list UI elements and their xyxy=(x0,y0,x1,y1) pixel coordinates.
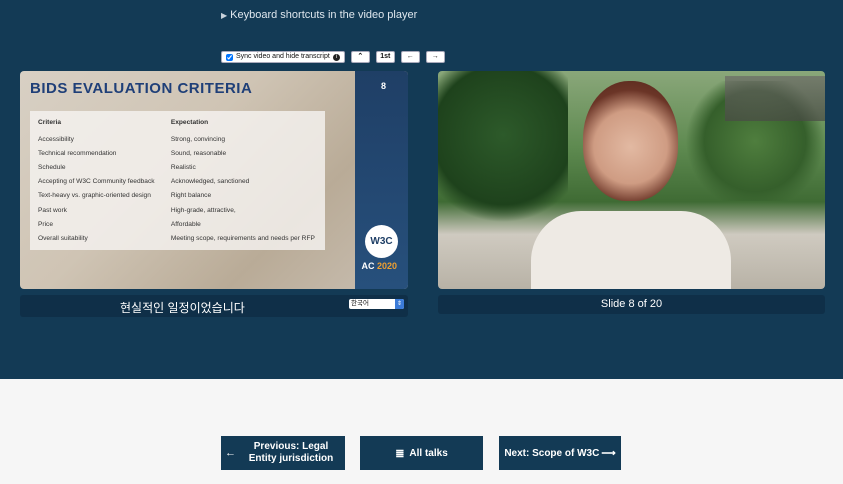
speaker-video[interactable] xyxy=(438,71,825,289)
next-talk-label: Next: Scope of W3C xyxy=(504,447,600,459)
table-cell: Sound, reasonable xyxy=(170,149,227,157)
table-cell: Price xyxy=(38,220,54,228)
table-cell: Strong, convincing xyxy=(170,135,226,143)
table-row: Text-heavy vs. graphic-oriented design Ri… xyxy=(30,189,325,203)
disclosure-triangle-icon: ▶ xyxy=(221,11,228,20)
language-select-value: 한국어 xyxy=(351,300,369,307)
table-row: Price Affordable xyxy=(30,217,325,231)
table-header-row: Criteria Expectation xyxy=(30,111,325,132)
slide-view: 8 BIDS EVALUATION CRITERIA Criteria Expe… xyxy=(20,71,408,289)
video-player-panel: ▶ Keyboard shortcuts in the video player … xyxy=(0,0,843,379)
previous-talk-button[interactable]: ← Previous: Legal Entity jurisdiction xyxy=(221,436,345,470)
table-cell: Technical recommendation xyxy=(38,149,117,157)
table-cell: Affordable xyxy=(170,220,201,228)
keyboard-shortcuts-toggle[interactable]: ▶ Keyboard shortcuts in the video player xyxy=(221,9,417,21)
temple-roof-background xyxy=(725,76,825,121)
caption-text: 현실적인 일정이었습니다 xyxy=(120,301,245,315)
all-talks-button[interactable]: ≣ All talks xyxy=(360,436,483,470)
collapse-button[interactable]: ⌃ xyxy=(350,51,370,63)
keyboard-shortcuts-label: Keyboard shortcuts in the video player xyxy=(230,9,418,21)
slide-counter: Slide 8 of 20 xyxy=(438,295,825,314)
column-header: Criteria xyxy=(38,119,62,126)
ac-prefix: AC xyxy=(361,261,377,271)
table-cell: Right balance xyxy=(170,192,212,200)
w3c-logo: W3C xyxy=(365,225,398,258)
table-row: Accepting of W3C Community feedback Ackno… xyxy=(30,175,325,189)
table-row: Past work High-grade, attractive, xyxy=(30,203,325,217)
table-row: Overall suitability Meeting scope, requir… xyxy=(30,231,325,250)
table-cell: Accessibility xyxy=(38,135,74,143)
ac-2020-label: AC 2020 xyxy=(361,261,397,271)
table-cell: Accepting of W3C Community feedback xyxy=(38,178,155,186)
first-slide-button[interactable]: 1st xyxy=(375,51,395,63)
previous-slide-button[interactable]: ← xyxy=(400,51,420,63)
table-cell: Meeting scope, requirements and needs pe… xyxy=(170,234,315,242)
table-cell: Past work xyxy=(38,206,67,214)
table-cell: Overall suitability xyxy=(38,234,88,242)
sync-video-label: Sync video and hide transcript xyxy=(236,53,330,60)
next-talk-button[interactable]: Next: Scope of W3C ⟶ xyxy=(499,436,621,470)
table-cell: Schedule xyxy=(38,163,66,171)
table-cell: High-grade, attractive, xyxy=(170,206,236,214)
sync-video-control[interactable]: Sync video and hide transcript i xyxy=(221,51,345,63)
language-select[interactable]: 한국어 ⇕ xyxy=(349,299,404,309)
table-row: Schedule Realistic xyxy=(30,160,325,174)
ac-year: 2020 xyxy=(376,261,397,271)
select-arrows-icon: ⇕ xyxy=(395,299,404,309)
next-slide-button[interactable]: → xyxy=(425,51,445,63)
arrow-left-icon: ← xyxy=(225,447,236,459)
arrow-right-icon: ⟶ xyxy=(601,447,616,459)
list-icon: ≣ xyxy=(395,447,405,460)
table-cell: Text-heavy vs. graphic-oriented design xyxy=(38,192,151,200)
speaker-shoulders xyxy=(531,211,731,289)
transcript-caption-bar: 현실적인 일정이었습니다 한국어 ⇕ xyxy=(20,295,408,317)
pine-tree-background xyxy=(438,71,568,231)
slide-title: BIDS EVALUATION CRITERIA xyxy=(30,80,253,97)
table-cell: Realistic xyxy=(170,163,196,171)
slide-page-number: 8 xyxy=(380,81,386,91)
column-header: Expectation xyxy=(170,119,209,126)
previous-talk-label: Previous: Legal Entity jurisdiction xyxy=(248,441,334,464)
table-row: Technical recommendation Sound, reasonabl… xyxy=(30,146,325,160)
table-cell: Acknowledged, sanctioned xyxy=(170,178,250,186)
criteria-table: Criteria Expectation Accessibility Strong… xyxy=(30,111,325,250)
player-controls: Sync video and hide transcript i ⌃ 1st ←… xyxy=(221,51,445,63)
all-talks-label: All talks xyxy=(409,447,448,459)
info-icon[interactable]: i xyxy=(332,53,340,61)
table-row: Accessibility Strong, convincing xyxy=(30,132,325,146)
speaker-head xyxy=(583,81,678,201)
sync-video-checkbox[interactable] xyxy=(226,53,233,61)
